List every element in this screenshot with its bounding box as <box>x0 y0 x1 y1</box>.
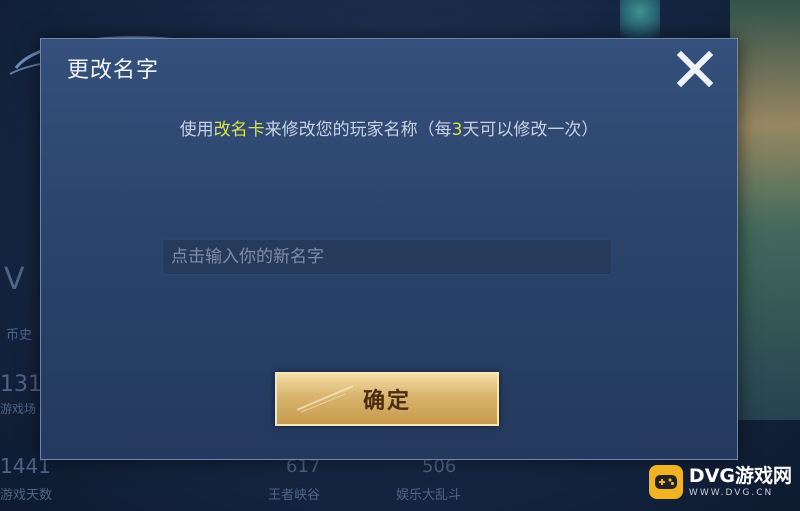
confirm-button-label: 确定 <box>362 389 411 414</box>
watermark-title: DVG游戏网 <box>688 464 792 487</box>
gamepad-icon <box>648 465 683 499</box>
background-emblem: V <box>4 262 25 297</box>
background-stat-label: 王者峡谷 <box>268 488 321 503</box>
hint-text: 来修改您的玩家名称（每 <box>264 120 452 140</box>
close-x-icon <box>676 50 714 88</box>
background-stat-label: 娱乐大乱斗 <box>396 488 462 503</box>
background-stat-label: 游戏场 <box>0 402 37 416</box>
hint-text: 天可以修改一次） <box>462 120 599 140</box>
background-side-label: 币史 <box>6 328 33 343</box>
new-name-input[interactable] <box>162 239 612 275</box>
button-streak-decoration <box>296 385 354 413</box>
hint-text: 使用 <box>179 120 214 140</box>
dialog-title: 更改名字 <box>67 58 160 83</box>
days-highlight: 3 <box>451 120 463 140</box>
watermark: DVG游戏网 WWW.DVG.CN <box>648 463 792 501</box>
rename-dialog: 更改名字 使用改名卡来修改您的玩家名称（每3天可以修改一次） 确定 <box>40 38 738 460</box>
background-character <box>730 0 800 420</box>
close-button[interactable] <box>673 47 717 91</box>
confirm-button[interactable]: 确定 <box>275 372 499 426</box>
rename-card-highlight: 改名卡 <box>213 120 265 140</box>
background-stat-label: 游戏天数 <box>0 488 53 503</box>
watermark-url: WWW.DVG.CN <box>688 487 774 498</box>
rename-hint: 使用改名卡来修改您的玩家名称（每3天可以修改一次） <box>41 115 737 140</box>
background-character-top <box>620 0 660 40</box>
background-stat-value: 131 <box>0 372 42 397</box>
